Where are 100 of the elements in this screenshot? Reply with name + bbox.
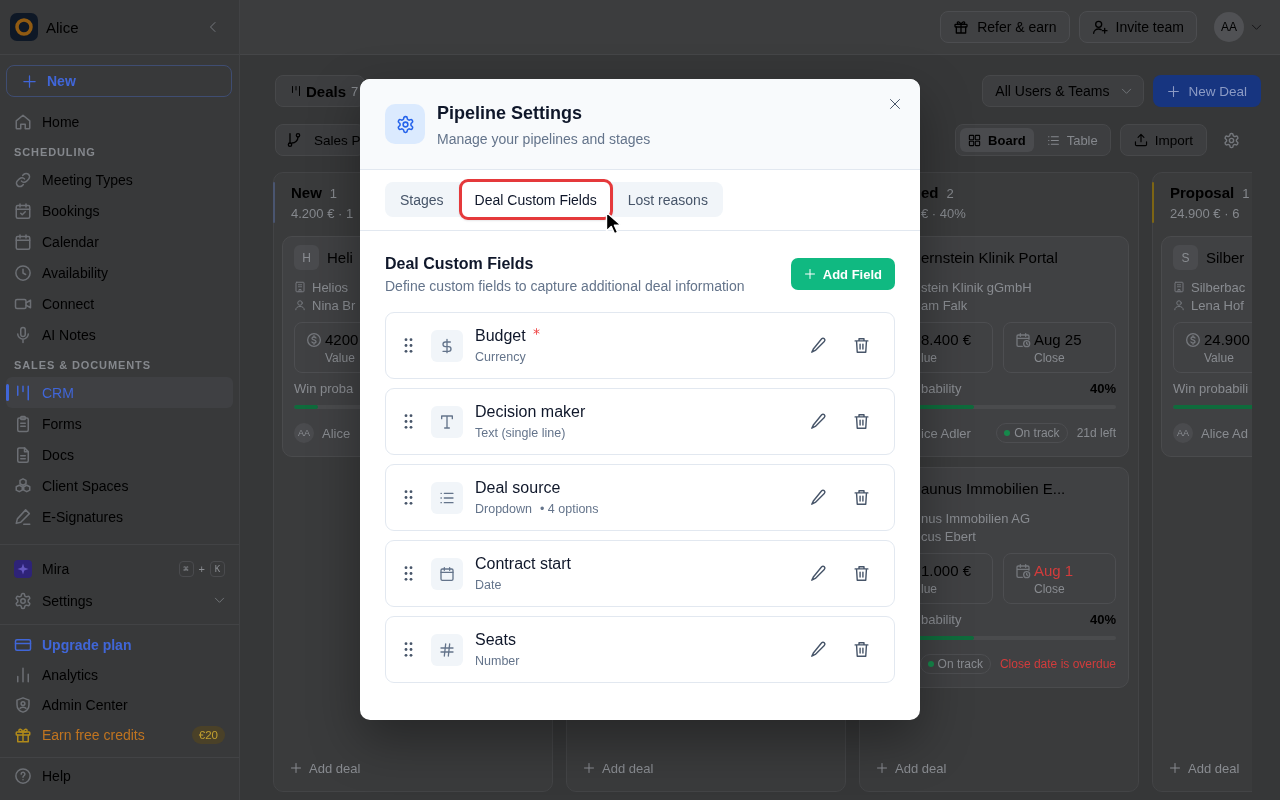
- sidebar-item[interactable]: Forms: [6, 408, 233, 439]
- add-field-button[interactable]: Add Field: [790, 258, 895, 290]
- building-icon: [294, 281, 306, 293]
- deal-title: Silber: [1206, 249, 1245, 266]
- tab[interactable]: Lost reasons: [612, 182, 723, 217]
- trash-icon[interactable]: [853, 565, 870, 582]
- person-icon: [294, 299, 306, 311]
- value-label: Value: [1204, 351, 1235, 365]
- calendar-icon: [431, 557, 463, 590]
- probability-value: 40%: [1089, 612, 1116, 628]
- card-count: 1: [1242, 185, 1250, 203]
- pen-icon: [14, 507, 32, 526]
- sidebar-item[interactable]: Docs: [6, 439, 233, 470]
- card-count: 1: [329, 185, 338, 203]
- trash-icon[interactable]: [853, 337, 870, 354]
- deal-value: 8.400 €: [921, 331, 972, 349]
- upload-icon: [1133, 133, 1148, 147]
- field-name: Budget: [475, 326, 526, 346]
- sidebar-item[interactable]: Mira ⌘ + K: [6, 553, 233, 584]
- column-summary: € · 40%: [921, 205, 966, 223]
- list-icon: [1046, 133, 1060, 147]
- add-deal-button[interactable]: Add deal: [290, 756, 361, 780]
- import-button[interactable]: Import: [1119, 124, 1207, 156]
- settings-icon: [14, 591, 32, 610]
- tab[interactable]: Stages: [385, 182, 459, 217]
- add-deal-button[interactable]: Add deal: [1169, 756, 1240, 780]
- close-icon[interactable]: [889, 98, 901, 110]
- workspace-name[interactable]: Alice: [46, 18, 207, 36]
- home-icon: [14, 112, 32, 131]
- sidebar-item[interactable]: Help: [6, 761, 233, 791]
- user-avatar[interactable]: AA: [1214, 12, 1244, 42]
- gift-icon: [14, 726, 32, 744]
- deal-value: 24.900: [1204, 331, 1250, 349]
- deal-value: 1.000 €: [921, 562, 972, 580]
- new-button[interactable]: New: [6, 65, 232, 97]
- view-tab[interactable]: Board: [960, 128, 1034, 152]
- drag-handle-icon[interactable]: [404, 490, 413, 505]
- settings-icon[interactable]: [1223, 131, 1240, 149]
- close-date: Aug 25: [1034, 331, 1082, 349]
- user-plus-icon: [1091, 19, 1108, 35]
- refer-button[interactable]: Refer & earn: [940, 11, 1070, 43]
- list-icon: [431, 481, 463, 514]
- contact-name: Nina Br: [312, 297, 356, 313]
- sidebar-item[interactable]: Meeting Types: [6, 164, 233, 195]
- sidebar-item[interactable]: E-Signatures: [6, 501, 233, 532]
- close-label: Close: [1034, 582, 1066, 596]
- field-name: Deal source: [475, 478, 561, 498]
- pencil-icon[interactable]: [810, 337, 827, 354]
- sidebar-item[interactable]: Bookings: [6, 195, 233, 226]
- help-icon: [14, 767, 32, 785]
- kanban-icon: [14, 383, 32, 402]
- owner-filter-dropdown[interactable]: All Users & Teams: [982, 75, 1145, 107]
- column-summary: 24.900 € · 6: [1170, 205, 1240, 223]
- plus-icon: [1169, 762, 1181, 774]
- sidebar-item[interactable]: Calendar: [6, 226, 233, 257]
- contact-name: am Falk: [921, 297, 968, 313]
- plus-icon: [22, 73, 37, 89]
- value-label: lue: [921, 351, 938, 365]
- key-cap: K: [210, 560, 225, 577]
- pencil-icon[interactable]: [810, 641, 827, 658]
- drag-handle-icon[interactable]: [404, 566, 413, 581]
- document-icon: [14, 445, 32, 464]
- dollar-icon: [431, 329, 463, 362]
- pencil-icon[interactable]: [810, 565, 827, 582]
- trash-icon[interactable]: [853, 413, 870, 430]
- column-title: Proposal: [1170, 183, 1235, 203]
- pencil-icon[interactable]: [810, 413, 827, 430]
- sidebar-item[interactable]: Admin Center: [6, 690, 233, 720]
- pencil-icon[interactable]: [810, 489, 827, 506]
- invite-team-button[interactable]: Invite team: [1078, 11, 1197, 43]
- sidebar-item[interactable]: Analytics: [6, 660, 233, 690]
- tab[interactable]: Deal Custom Fields: [458, 179, 613, 220]
- drag-handle-icon[interactable]: [404, 642, 413, 657]
- sidebar-item[interactable]: Connect: [6, 288, 233, 319]
- column-summary: 4.200 € · 1: [291, 205, 354, 223]
- sidebar-item[interactable]: Home: [6, 106, 233, 137]
- calendar-icon: [14, 232, 32, 251]
- probability-label: bability: [921, 381, 962, 397]
- view-tab[interactable]: Table: [1038, 128, 1106, 152]
- add-deal-button[interactable]: Add deal: [876, 756, 947, 780]
- trash-icon[interactable]: [853, 641, 870, 658]
- field-name: Decision maker: [475, 402, 586, 422]
- trash-icon[interactable]: [853, 489, 870, 506]
- card-count: 2: [946, 185, 954, 203]
- column-title: New: [291, 183, 322, 203]
- logo-icon: [10, 13, 38, 41]
- clock-icon: [14, 263, 32, 282]
- company-avatar: S: [1173, 245, 1198, 270]
- drag-handle-icon[interactable]: [404, 338, 413, 353]
- add-deal-button[interactable]: Add deal: [583, 756, 654, 780]
- sidebar-item[interactable]: Availability: [6, 257, 233, 288]
- sidebar-item[interactable]: AI Notes: [6, 319, 233, 350]
- sidebar-item[interactable]: Earn free credits €20: [6, 720, 233, 750]
- sidebar-item[interactable]: Settings: [6, 584, 233, 617]
- drag-handle-icon[interactable]: [404, 414, 413, 429]
- new-deal-button[interactable]: New Deal: [1153, 75, 1261, 107]
- sidebar-item[interactable]: Client Spaces: [6, 470, 233, 501]
- sidebar-item[interactable]: CRM: [6, 377, 233, 408]
- mouse-pointer-icon: [605, 211, 622, 235]
- sidebar-item[interactable]: Upgrade plan: [6, 630, 233, 660]
